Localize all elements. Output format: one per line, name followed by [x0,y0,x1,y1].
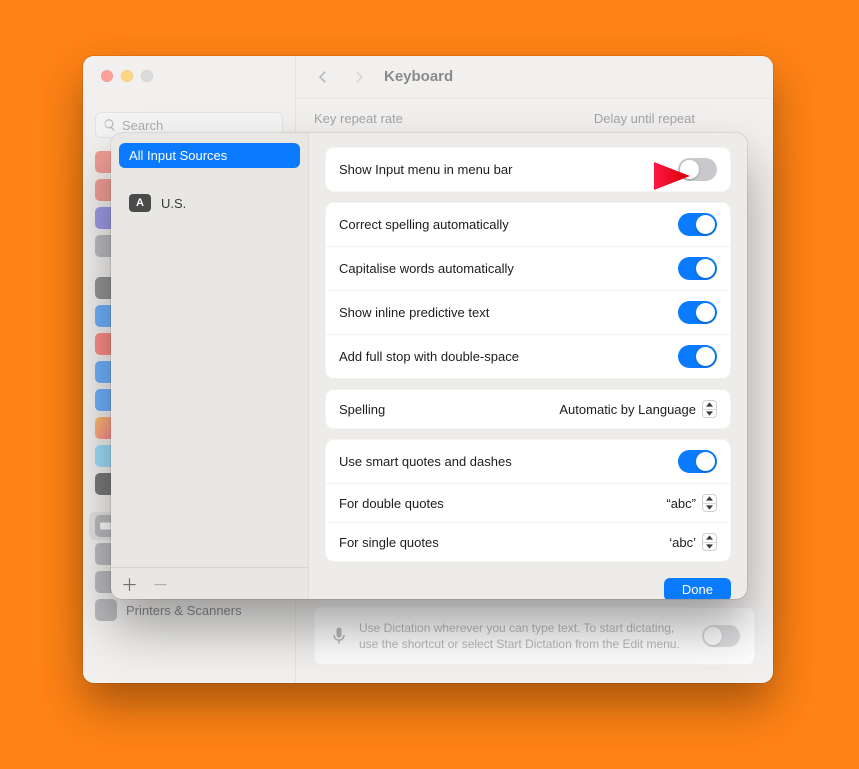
stepper-icon [702,400,717,418]
capitalise-toggle[interactable] [678,257,717,280]
single-quotes-select[interactable]: ‘abc’ [669,533,717,551]
row-smart-quotes: Use smart quotes and dashes [326,440,730,483]
smart-quotes-toggle[interactable] [678,450,717,473]
row-label: Use smart quotes and dashes [339,454,512,469]
select-value: Automatic by Language [559,402,696,417]
row-show-input-menu: Show Input menu in menu bar [326,148,730,191]
predictive-text-toggle[interactable] [678,301,717,324]
show-input-menu-toggle[interactable] [678,158,717,181]
input-source-badge: A [129,194,151,212]
input-source-us[interactable]: A U.S. [119,190,300,216]
dictation-description: Use Dictation wherever you can type text… [359,620,692,652]
back-icon[interactable] [314,68,332,86]
row-label: Correct spelling automatically [339,217,509,232]
content-header: Keyboard [296,56,773,99]
add-input-source-button[interactable]: ＋ [121,571,138,596]
row-label: Capitalise words automatically [339,261,514,276]
row-single-quotes: For single quotes ‘abc’ [326,522,730,561]
row-correct-spelling: Correct spelling automatically [326,203,730,246]
window-controls [83,56,295,94]
row-label: Show Input menu in menu bar [339,162,512,177]
input-source-label: U.S. [161,196,186,211]
sidebar-item-printers[interactable]: Printers & Scanners [89,596,289,624]
row-capitalise: Capitalise words automatically [326,246,730,290]
sheet-sidebar: All Input Sources A U.S. ＋ － [111,133,309,599]
all-input-sources-tab[interactable]: All Input Sources [119,143,300,168]
select-value: ‘abc’ [669,535,696,550]
select-value: “abc” [666,496,696,511]
stepper-icon [702,494,717,512]
printer-icon [95,599,117,621]
row-fullstop: Add full stop with double-space [326,334,730,378]
zoom-window-button[interactable] [141,70,153,82]
done-button[interactable]: Done [664,578,731,599]
stepper-icon [702,533,717,551]
row-label: Spelling [339,402,385,417]
row-spelling: Spelling Automatic by Language [326,390,730,428]
dictation-toggle[interactable] [702,625,740,647]
row-label: For single quotes [339,535,439,550]
dictation-panel: Use Dictation wherever you can type text… [314,607,755,665]
row-predictive: Show inline predictive text [326,290,730,334]
spelling-select[interactable]: Automatic by Language [559,400,717,418]
delay-repeat-label: Delay until repeat [594,111,695,126]
minimize-window-button[interactable] [121,70,133,82]
microphone-icon [329,626,349,646]
page-title: Keyboard [384,68,453,85]
key-repeat-label: Key repeat rate [314,111,403,126]
row-double-quotes: For double quotes “abc” [326,483,730,522]
sheet-sidebar-footer: ＋ － [111,567,308,599]
search-icon [103,118,117,132]
close-window-button[interactable] [101,70,113,82]
remove-input-source-button[interactable]: － [152,571,169,596]
fullstop-toggle[interactable] [678,345,717,368]
input-sources-sheet: All Input Sources A U.S. ＋ － Show Input … [111,133,747,599]
forward-icon[interactable] [350,68,368,86]
row-label: Show inline predictive text [339,305,489,320]
row-label: Add full stop with double-space [339,349,519,364]
sidebar-item-label: Printers & Scanners [126,603,242,618]
row-label: For double quotes [339,496,444,511]
double-quotes-select[interactable]: “abc” [666,494,717,512]
sheet-content: Show Input menu in menu bar Correct spel… [309,133,747,599]
correct-spelling-toggle[interactable] [678,213,717,236]
